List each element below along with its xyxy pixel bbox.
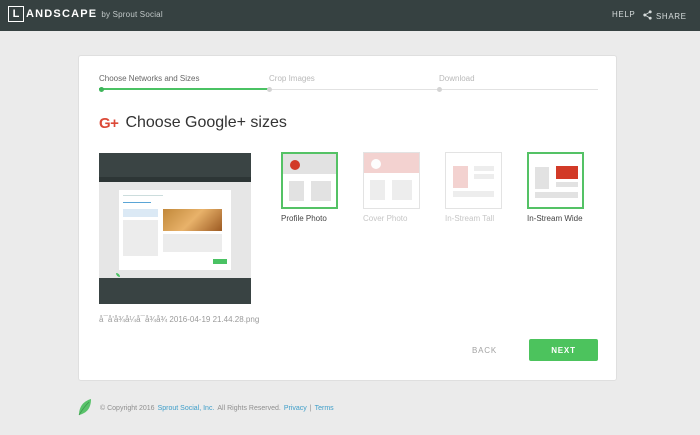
- preview-button: [213, 259, 227, 264]
- option-label: In-Stream Wide: [527, 214, 583, 223]
- preview-photo: [163, 209, 222, 231]
- share-label: SHARE: [656, 11, 687, 21]
- company-link[interactable]: Sprout Social, Inc.: [158, 405, 215, 412]
- preview-sidebar: [123, 209, 158, 217]
- logo-byline: by Sprout Social: [101, 9, 163, 19]
- option-label: Cover Photo: [363, 214, 408, 223]
- next-button[interactable]: NEXT: [529, 339, 598, 361]
- step-dot-3: [437, 87, 442, 92]
- logo-text: ANDSCAPE: [26, 8, 98, 20]
- cover-avatar-icon: [371, 159, 381, 169]
- google-plus-icon: G+: [99, 114, 119, 132]
- preview-text-line: [123, 195, 163, 196]
- step-choose-networks: Choose Networks and Sizes: [99, 74, 200, 83]
- option-in-stream-wide[interactable]: In-Stream Wide: [527, 152, 584, 223]
- option-cover-photo: Cover Photo: [363, 152, 420, 223]
- in-stream-tall-thumbnail: [445, 152, 502, 209]
- landscape-logo[interactable]: L ANDSCAPE by Sprout Social: [8, 6, 163, 22]
- rights-text: All Rights Reserved.: [217, 404, 281, 412]
- step-track-progress: [99, 88, 269, 90]
- preview-sidebar-list: [123, 220, 158, 256]
- option-in-stream-tall: In-Stream Tall: [445, 152, 502, 223]
- terms-link[interactable]: Terms: [315, 405, 334, 412]
- preview-panel: [163, 234, 222, 252]
- page-heading: G+ Choose Google+ sizes: [99, 114, 287, 132]
- option-label: In-Stream Tall: [445, 214, 495, 223]
- main-card: Choose Networks and Sizes Crop Images Do…: [78, 55, 617, 381]
- share-icon: [643, 7, 652, 25]
- footer-separator: |: [309, 404, 312, 412]
- step-progress: Choose Networks and Sizes Crop Images Do…: [99, 74, 598, 94]
- step-dot-1: [99, 87, 104, 92]
- in-stream-wide-thumbnail: [527, 152, 584, 209]
- preview-stage: [99, 182, 251, 278]
- image-preview: [99, 153, 251, 304]
- logo-mark: L: [8, 6, 24, 22]
- wide-image-icon: [556, 166, 578, 179]
- back-button[interactable]: BACK: [472, 346, 497, 355]
- page-title: Choose Google+ sizes: [125, 114, 287, 131]
- preview-footer: [99, 278, 251, 304]
- step-crop-images: Crop Images: [269, 74, 315, 83]
- privacy-link[interactable]: Privacy: [284, 405, 307, 412]
- preview-card: [119, 190, 231, 270]
- copyright-text: © Copyright 2016: [100, 404, 155, 412]
- option-profile-photo[interactable]: Profile Photo: [281, 152, 338, 223]
- top-bar: L ANDSCAPE by Sprout Social HELP SHARE: [0, 0, 700, 31]
- preview-text-line: [123, 202, 151, 203]
- profile-photo-thumbnail: [281, 152, 338, 209]
- cover-photo-thumbnail: [363, 152, 420, 209]
- share-button[interactable]: SHARE: [643, 7, 687, 25]
- profile-avatar-icon: [290, 160, 300, 170]
- footer: © Copyright 2016 Sprout Social, Inc. All…: [78, 398, 337, 418]
- step-dot-2: [267, 87, 272, 92]
- help-link[interactable]: HELP: [612, 10, 635, 19]
- step-download: Download: [439, 74, 475, 83]
- preview-filename: å¯å'å¾å¼å¯å¾å¾ 2016-04-19 21.44.28.png: [99, 315, 260, 324]
- sprout-leaf-icon: [78, 398, 92, 418]
- option-label: Profile Photo: [281, 214, 327, 223]
